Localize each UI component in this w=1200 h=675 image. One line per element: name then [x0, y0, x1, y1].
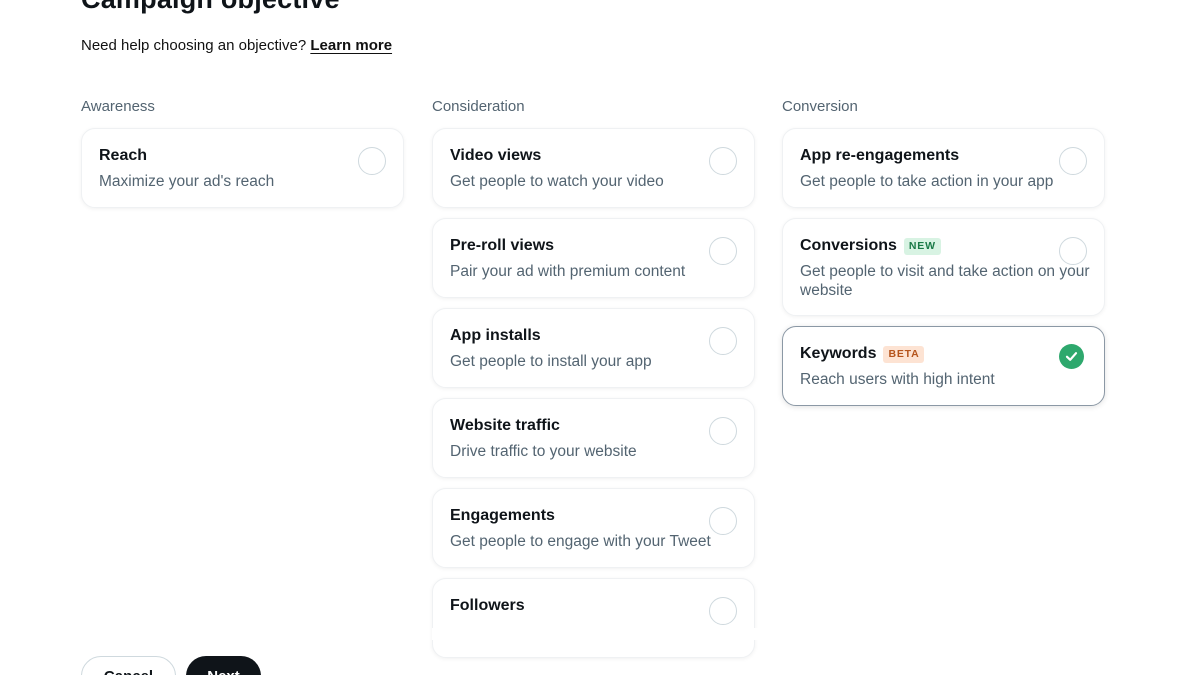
objective-card-app-installs[interactable]: App installs Get people to install your …	[432, 308, 755, 388]
radio-button[interactable]	[709, 417, 737, 445]
card-description: Pair your ad with premium content	[450, 263, 686, 280]
column-conversion: Conversion App re-engagements Get people…	[782, 98, 1105, 416]
column-consideration: Consideration Video views Get people to …	[432, 98, 755, 668]
column-heading: Awareness	[81, 98, 155, 115]
card-description: Get people to install your app	[450, 353, 652, 370]
objective-card-followers[interactable]: Followers	[432, 578, 755, 658]
beta-badge: BETA	[883, 345, 925, 363]
card-title: Website traffic	[450, 417, 560, 434]
card-title: App re-engagements	[800, 147, 960, 164]
card-title: Reach	[99, 147, 148, 164]
page-title: Campaign objective	[81, 0, 340, 15]
new-badge: NEW	[903, 237, 941, 255]
column-heading: Consideration	[432, 98, 525, 115]
checkmark-icon	[1065, 352, 1078, 361]
radio-button[interactable]	[709, 507, 737, 535]
card-title: Video views	[450, 147, 542, 164]
radio-button-selected[interactable]	[1059, 344, 1084, 369]
card-description: Drive traffic to your website	[450, 443, 637, 460]
help-text: Need help choosing an objective?	[81, 37, 307, 54]
card-description: Get people to engage with your Tweet	[450, 533, 711, 550]
campaign-objective-page: Campaign objective Need help choosing an…	[0, 0, 1200, 675]
footer-actions: Cancel Next	[81, 656, 261, 675]
card-description: Get people to watch your video	[450, 173, 664, 190]
radio-button[interactable]	[709, 327, 737, 355]
learn-more-link[interactable]: Learn more	[310, 37, 392, 54]
column-heading: Conversion	[782, 98, 858, 115]
card-title: Pre-roll views	[450, 237, 555, 254]
scroll-clip	[432, 628, 762, 640]
radio-button[interactable]	[709, 597, 737, 625]
card-title: Conversions	[800, 237, 897, 254]
radio-button[interactable]	[709, 147, 737, 175]
card-description: Maximize your ad's reach	[99, 173, 275, 190]
card-title: App installs	[450, 327, 541, 344]
cancel-button[interactable]: Cancel	[81, 656, 176, 675]
card-description: Get people to take action in your app	[800, 173, 1054, 190]
objective-card-pre-roll-views[interactable]: Pre-roll views Pair your ad with premium…	[432, 218, 755, 298]
objective-card-reach[interactable]: Reach Maximize your ad's reach	[81, 128, 404, 208]
radio-button[interactable]	[1059, 237, 1087, 265]
card-description: Get people to visit and take action on y…	[800, 263, 1090, 299]
objective-card-website-traffic[interactable]: Website traffic Drive traffic to your we…	[432, 398, 755, 478]
help-row: Need help choosing an objective? Learn m…	[81, 37, 392, 54]
card-title: Keywords	[800, 345, 877, 362]
card-title: Followers	[450, 597, 525, 614]
objective-card-video-views[interactable]: Video views Get people to watch your vid…	[432, 128, 755, 208]
objective-card-engagements[interactable]: Engagements Get people to engage with yo…	[432, 488, 755, 568]
column-awareness: Awareness Reach Maximize your ad's reach	[81, 98, 404, 218]
objective-card-app-re-engagements[interactable]: App re-engagements Get people to take ac…	[782, 128, 1105, 208]
card-title: Engagements	[450, 507, 555, 524]
radio-button[interactable]	[709, 237, 737, 265]
card-description: Reach users with high intent	[800, 371, 995, 388]
objective-card-keywords[interactable]: Keywords BETA Reach users with high inte…	[782, 326, 1105, 406]
radio-button[interactable]	[1059, 147, 1087, 175]
radio-button[interactable]	[358, 147, 386, 175]
objective-card-conversions[interactable]: Conversions NEW Get people to visit and …	[782, 218, 1105, 316]
next-button[interactable]: Next	[186, 656, 261, 675]
